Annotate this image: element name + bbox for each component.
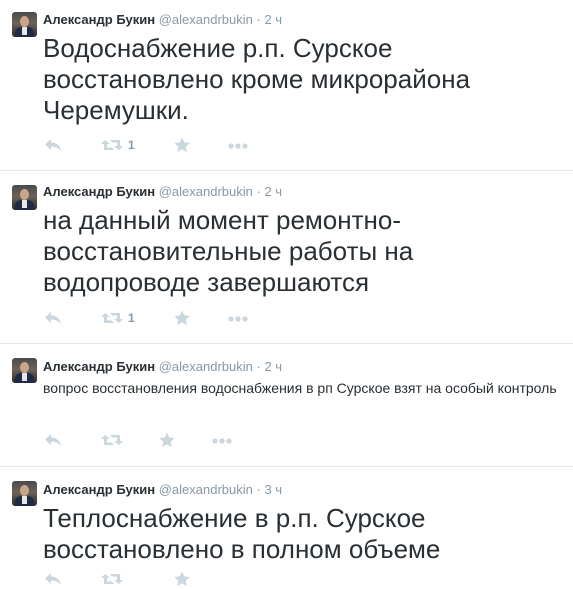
- tweet-text: Теплоснабжение в р.п. Сурское восстановл…: [43, 503, 441, 564]
- separator: ·: [256, 184, 261, 199]
- timestamp[interactable]: 2 ч: [264, 359, 282, 374]
- tweet-text: на данный момент ремонтно-восстановитель…: [43, 205, 414, 297]
- tweet-header: Александр Букин @alexandrbukin · 3 ч: [43, 482, 282, 498]
- timestamp[interactable]: 2 ч: [264, 12, 282, 27]
- timestamp[interactable]: 3 ч: [264, 482, 282, 497]
- avatar[interactable]: [12, 12, 37, 37]
- tweet-text: Водоснабжение р.п. Сурское восстановлено…: [43, 33, 471, 125]
- author-handle[interactable]: @alexandrbukin: [159, 12, 253, 27]
- tweet[interactable]: Александр Букин @alexandrbukin · 2 ч Вод…: [0, 0, 573, 171]
- tweet[interactable]: Александр Букин @alexandrbukin · 2 ч воп…: [0, 344, 573, 467]
- more-icon[interactable]: [227, 310, 249, 326]
- retweet-icon[interactable]: [101, 137, 123, 153]
- tweet-header: Александр Букин @alexandrbukin · 2 ч: [43, 184, 282, 200]
- star-icon[interactable]: [173, 571, 191, 587]
- author-name[interactable]: Александр Букин: [43, 359, 155, 374]
- author-handle[interactable]: @alexandrbukin: [159, 184, 253, 199]
- more-icon[interactable]: [227, 137, 249, 153]
- tweet-header: Александр Букин @alexandrbukin · 2 ч: [43, 359, 282, 375]
- retweet-count: 1: [128, 311, 135, 325]
- retweet-icon[interactable]: [101, 310, 123, 326]
- author-name[interactable]: Александр Букин: [43, 184, 155, 199]
- tweet[interactable]: Александр Букин @alexandrbukin · 3 ч Теп…: [0, 467, 573, 587]
- separator: ·: [256, 12, 261, 27]
- star-icon[interactable]: [158, 432, 176, 448]
- retweet-icon[interactable]: [101, 432, 123, 448]
- avatar[interactable]: [12, 481, 37, 506]
- avatar[interactable]: [12, 185, 37, 210]
- author-handle[interactable]: @alexandrbukin: [159, 359, 253, 374]
- tweet[interactable]: Александр Букин @alexandrbukin · 2 ч на …: [0, 171, 573, 344]
- tweet-header: Александр Букин @alexandrbukin · 2 ч: [43, 12, 282, 28]
- author-name[interactable]: Александр Букин: [43, 12, 155, 27]
- tweet-text: вопрос восстановления водоснабжения в рп…: [43, 380, 557, 396]
- retweet-count: 1: [128, 138, 135, 152]
- reply-icon[interactable]: [43, 432, 63, 448]
- author-handle[interactable]: @alexandrbukin: [159, 482, 253, 497]
- timestamp[interactable]: 2 ч: [264, 184, 282, 199]
- separator: ·: [256, 482, 261, 497]
- author-name[interactable]: Александр Букин: [43, 482, 155, 497]
- reply-icon[interactable]: [43, 137, 63, 153]
- reply-icon[interactable]: [43, 310, 63, 326]
- reply-icon[interactable]: [43, 571, 63, 587]
- star-icon[interactable]: [173, 310, 191, 326]
- more-icon[interactable]: [211, 432, 233, 448]
- avatar[interactable]: [12, 358, 37, 383]
- separator: ·: [256, 359, 261, 374]
- star-icon[interactable]: [173, 137, 191, 153]
- retweet-icon[interactable]: [101, 571, 123, 587]
